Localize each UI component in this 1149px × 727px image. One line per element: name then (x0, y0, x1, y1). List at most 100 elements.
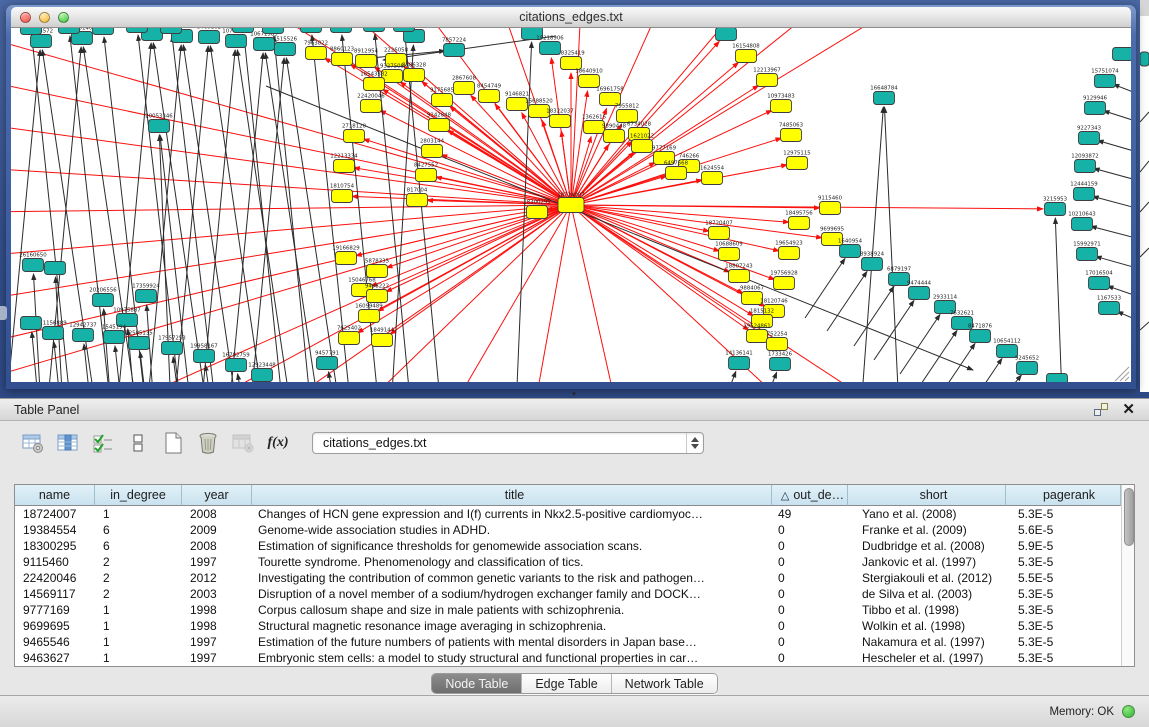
graph-node[interactable] (23, 259, 44, 272)
graph-node[interactable] (21, 28, 42, 35)
trash-icon[interactable] (193, 428, 223, 458)
table-cell[interactable]: 0 (772, 650, 848, 666)
graph-node[interactable] (336, 252, 357, 265)
table-cell[interactable]: 5.6E-5 (1006, 522, 1121, 538)
table-cell[interactable]: 0 (772, 522, 848, 538)
graph-node[interactable] (1045, 203, 1066, 216)
column-header-short[interactable]: short (848, 485, 1006, 506)
graph-node[interactable] (454, 82, 475, 95)
graph-node[interactable] (1099, 302, 1120, 315)
graph-node[interactable] (149, 120, 170, 133)
table-cell[interactable]: 5.3E-5 (1006, 650, 1121, 666)
float-panel-icon[interactable] (1094, 403, 1108, 416)
table-cell[interactable]: 9115460 (15, 554, 95, 570)
table-cell[interactable]: 5.3E-5 (1006, 506, 1121, 522)
table-cell[interactable]: Embryonic stem cells: a model to study s… (252, 650, 772, 666)
graph-node[interactable] (770, 358, 791, 371)
table-cell[interactable]: 2 (95, 554, 182, 570)
graph-node[interactable] (367, 290, 388, 303)
table-cell[interactable]: Estimation of the future numbers of pati… (252, 634, 772, 650)
table-cell[interactable]: 22420046 (15, 570, 95, 586)
new-document-icon[interactable] (158, 428, 188, 458)
table-cell[interactable]: 9699695 (15, 618, 95, 634)
graph-node[interactable] (632, 140, 653, 153)
table-cell[interactable]: 5.3E-5 (1006, 602, 1121, 618)
table-cell[interactable]: 0 (772, 634, 848, 650)
graph-node[interactable] (359, 310, 380, 323)
graph-node[interactable] (820, 202, 841, 215)
graph-node[interactable] (233, 28, 254, 33)
table-cell[interactable]: 1997 (182, 554, 252, 570)
graph-node[interactable] (789, 217, 810, 230)
graph-node[interactable] (372, 334, 393, 347)
graph-node[interactable] (550, 115, 571, 128)
table-row[interactable]: 1830029562008Estimation of significance … (15, 538, 1121, 554)
graph-node[interactable] (356, 55, 377, 68)
graph-node[interactable] (162, 342, 183, 355)
table-cell[interactable]: 0 (772, 538, 848, 554)
table-cell[interactable]: Disruption of a novel member of a sodium… (252, 586, 772, 602)
table-cell[interactable]: 2 (95, 570, 182, 586)
graph-node[interactable] (1079, 132, 1100, 145)
graph-node[interactable] (709, 227, 730, 240)
graph-node[interactable] (1075, 160, 1096, 173)
graph-node[interactable] (339, 332, 360, 345)
table-cell[interactable]: 1 (95, 650, 182, 666)
table-cell[interactable]: 2 (95, 586, 182, 602)
table-row[interactable]: 2242004622012Investigating the contribut… (15, 570, 1121, 586)
table-scrollbar[interactable] (1121, 485, 1134, 666)
table-row[interactable]: 911546021997Tourette syndrome. Phenomeno… (15, 554, 1121, 570)
table-cell[interactable]: 1997 (182, 634, 252, 650)
graph-node[interactable] (444, 44, 465, 57)
graph-node[interactable] (104, 331, 125, 344)
graph-node[interactable] (767, 338, 788, 351)
table-cell[interactable]: Dudbridge et al. (2008) (848, 538, 1006, 554)
graph-node[interactable] (781, 129, 802, 142)
graph-node[interactable] (970, 330, 991, 343)
table-cell[interactable]: 2009 (182, 522, 252, 538)
canvas-resize-grip[interactable] (1120, 372, 1129, 381)
table-cell[interactable]: 6 (95, 522, 182, 538)
graph-node[interactable] (702, 172, 723, 185)
graph-node[interactable] (301, 28, 322, 33)
column-header-name[interactable]: name (15, 485, 95, 506)
table-cell[interactable]: Hescheler et al. (1997) (848, 650, 1006, 666)
table-cell[interactable]: 5.3E-5 (1006, 618, 1121, 634)
graph-node[interactable] (1113, 48, 1132, 61)
graph-node[interactable] (666, 167, 687, 180)
table-row[interactable]: 969969511998Structural magnetic resonanc… (15, 618, 1121, 634)
graph-node[interactable] (432, 94, 453, 107)
table-cell[interactable]: 18724007 (15, 506, 95, 522)
table-cell[interactable]: Corpus callosum shape and size in male p… (252, 602, 772, 618)
graph-node[interactable] (716, 28, 737, 41)
graph-node[interactable] (771, 100, 792, 113)
table-cell[interactable]: 1998 (182, 618, 252, 634)
table-cell[interactable]: 9463627 (15, 650, 95, 666)
graph-node[interactable] (779, 247, 800, 260)
graph-node[interactable] (719, 248, 740, 261)
table-cell[interactable]: Wolkin et al. (1998) (848, 618, 1006, 634)
table-cell[interactable]: 5.3E-5 (1006, 634, 1121, 650)
table-cell[interactable]: 5.9E-5 (1006, 538, 1121, 554)
graph-node[interactable] (45, 262, 66, 275)
graph-node[interactable] (306, 47, 327, 60)
tab-node-table[interactable]: Node Table (432, 674, 522, 693)
graph-node[interactable] (729, 270, 750, 283)
table-row[interactable]: 1456911722003Disruption of a novel membe… (15, 586, 1121, 602)
graph-node[interactable] (479, 90, 500, 103)
tab-network-table[interactable]: Network Table (612, 674, 717, 693)
table-cell[interactable]: 5.5E-5 (1006, 570, 1121, 586)
table-cell[interactable]: Stergiakouli et al. (2012) (848, 570, 1006, 586)
graph-node[interactable] (1085, 102, 1106, 115)
table-cell[interactable]: 0 (772, 570, 848, 586)
table-cell[interactable]: 0 (772, 554, 848, 570)
graph-node[interactable] (909, 287, 930, 300)
graph-node[interactable] (874, 92, 895, 105)
graph-node[interactable] (93, 294, 114, 307)
graph-node[interactable] (161, 28, 182, 34)
graph-node[interactable] (527, 206, 548, 219)
graph-node[interactable] (1017, 362, 1038, 375)
column-header-in_degree[interactable]: in_degree (95, 485, 182, 506)
graph-node[interactable] (254, 38, 275, 51)
graph-node[interactable] (422, 145, 443, 158)
